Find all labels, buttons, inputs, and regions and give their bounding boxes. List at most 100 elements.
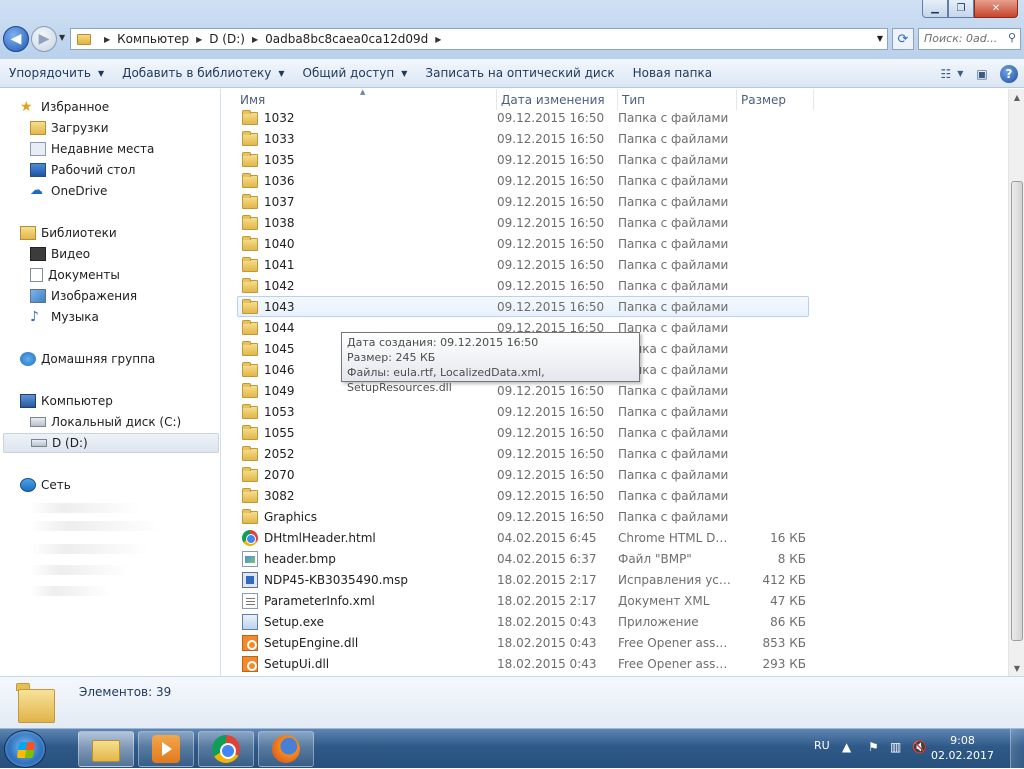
nav-music-label: Музыка bbox=[51, 310, 99, 324]
list-item[interactable]: 3082 09.12.2015 16:50 Папка с файлами bbox=[238, 485, 810, 506]
view-options-icon[interactable]: ☷ ▼ bbox=[940, 63, 964, 85]
language-indicator[interactable]: RU bbox=[814, 739, 830, 752]
nav-music[interactable]: ♪ Музыка bbox=[30, 307, 99, 327]
file-type: Free Opener assoc... bbox=[618, 656, 733, 671]
file-name: 2070 bbox=[264, 467, 295, 482]
list-item[interactable]: SetupEngine.dll 18.02.2015 0:43 Free Opene… bbox=[238, 632, 810, 653]
start-button[interactable] bbox=[4, 730, 46, 768]
nav-favorites[interactable]: ★ Избранное bbox=[20, 97, 109, 117]
file-date: 09.12.2015 16:50 bbox=[497, 425, 605, 440]
list-item[interactable]: Setup.exe 18.02.2015 0:43 Приложение 86 КБ bbox=[238, 611, 810, 632]
preview-pane-icon[interactable]: ▣ bbox=[970, 63, 994, 85]
nav-computer[interactable]: Компьютер bbox=[20, 391, 113, 411]
list-item[interactable]: 1041 09.12.2015 16:50 Папка с файлами bbox=[238, 254, 810, 275]
nav-desktop[interactable]: Рабочий стол bbox=[30, 160, 135, 180]
list-item[interactable]: Graphics 09.12.2015 16:50 Папка с файлами bbox=[238, 506, 810, 527]
volume-muted-icon[interactable]: 🔇 bbox=[912, 740, 927, 754]
minimize-button[interactable]: ▁ bbox=[922, 0, 948, 18]
chevron-right-icon[interactable]: ▶ bbox=[252, 35, 258, 44]
list-item[interactable]: 1033 09.12.2015 16:50 Папка с файлами bbox=[238, 128, 810, 149]
file-date: 09.12.2015 16:50 bbox=[497, 404, 605, 419]
list-item[interactable]: 1037 09.12.2015 16:50 Папка с файлами bbox=[238, 191, 810, 212]
recent-pages-dropdown-icon[interactable]: ▼ bbox=[59, 33, 65, 42]
nav-pictures[interactable]: Изображения bbox=[30, 286, 137, 306]
list-item[interactable]: 2052 09.12.2015 16:50 Папка с файлами bbox=[238, 443, 810, 464]
chevron-right-icon[interactable]: ▶ bbox=[104, 35, 110, 44]
burn-disc-button[interactable]: Записать на оптический диск bbox=[416, 62, 623, 84]
list-item[interactable]: 1035 09.12.2015 16:50 Папка с файлами bbox=[238, 149, 810, 170]
nav-drive-d[interactable]: D (D:) bbox=[3, 433, 219, 453]
list-item[interactable]: DHtmlHeader.html 04.02.2015 6:45 Chrome HT… bbox=[238, 527, 810, 548]
nav-video[interactable]: Видео bbox=[30, 244, 90, 264]
list-item[interactable]: 1055 09.12.2015 16:50 Папка с файлами bbox=[238, 422, 810, 443]
breadcrumb-current-folder[interactable]: 0adba8bc8caea0ca12d09d bbox=[265, 32, 428, 46]
list-item[interactable]: SetupUi.dll 18.02.2015 0:43 Free Opener as… bbox=[238, 653, 810, 674]
list-item[interactable]: ParameterInfo.xml 18.02.2015 2:17 Документ… bbox=[238, 590, 810, 611]
file-type: Папка с файлами bbox=[618, 383, 729, 398]
restore-button[interactable]: ❐ bbox=[948, 0, 974, 18]
folder-tooltip: Дата создания: 09.12.2015 16:50 Размер: … bbox=[341, 332, 640, 394]
file-type: Папка с файлами bbox=[618, 446, 729, 461]
help-icon[interactable]: ? bbox=[1000, 64, 1018, 83]
nav-local-disk-c[interactable]: Локальный диск (C:) bbox=[30, 412, 181, 432]
list-item[interactable]: 1040 09.12.2015 16:50 Папка с файлами bbox=[238, 233, 810, 254]
file-date: 09.12.2015 16:50 bbox=[497, 257, 605, 272]
taskbar-firefox[interactable] bbox=[258, 731, 314, 767]
list-item[interactable]: header.bmp 04.02.2015 6:37 Файл "BMP" 8 КБ bbox=[238, 548, 810, 569]
file-size: 853 КБ bbox=[762, 635, 806, 650]
search-input[interactable]: Поиск: 0ad... ⚲ bbox=[918, 28, 1021, 50]
file-date: 18.02.2015 2:17 bbox=[497, 593, 597, 608]
vertical-scrollbar[interactable]: ▲ ▼ bbox=[1008, 89, 1024, 676]
nav-libraries[interactable]: Библиотеки bbox=[20, 223, 117, 243]
close-button[interactable]: ✕ bbox=[974, 0, 1018, 18]
action-center-flag-icon[interactable]: ⚑ bbox=[868, 740, 879, 754]
file-date: 09.12.2015 16:50 bbox=[497, 194, 605, 209]
share-with-button[interactable]: Общий доступ ▼ bbox=[294, 62, 417, 84]
scroll-thumb[interactable] bbox=[1011, 181, 1023, 641]
add-to-library-button[interactable]: Добавить в библиотеку ▼ bbox=[113, 62, 293, 84]
nav-downloads[interactable]: Загрузки bbox=[30, 118, 109, 138]
list-item[interactable]: 1043 09.12.2015 16:50 Папка с файлами bbox=[237, 296, 809, 317]
nav-recent-places[interactable]: Недавние места bbox=[30, 139, 154, 159]
list-item[interactable]: 1038 09.12.2015 16:50 Папка с файлами bbox=[238, 212, 810, 233]
windows-logo-icon bbox=[16, 742, 36, 758]
tooltip-created: Дата создания: 09.12.2015 16:50 bbox=[347, 336, 539, 349]
nav-onedrive[interactable]: ☁ OneDrive bbox=[30, 181, 107, 201]
file-name: NDP45-KB3035490.msp bbox=[264, 572, 408, 587]
nav-homegroup[interactable]: Домашняя группа bbox=[20, 349, 155, 369]
list-item[interactable]: 1042 09.12.2015 16:50 Папка с файлами bbox=[238, 275, 810, 296]
list-item[interactable]: 2070 09.12.2015 16:50 Папка с файлами bbox=[238, 464, 810, 485]
refresh-button[interactable]: ⟳ bbox=[892, 28, 914, 50]
taskbar-chrome[interactable] bbox=[198, 731, 254, 767]
show-hidden-icons-icon[interactable]: ▲ bbox=[842, 740, 851, 754]
folder-icon bbox=[242, 131, 258, 146]
chevron-right-icon[interactable]: ▶ bbox=[435, 35, 441, 44]
nav-documents[interactable]: Документы bbox=[30, 265, 120, 285]
list-item[interactable]: 1053 09.12.2015 16:50 Папка с файлами bbox=[238, 401, 810, 422]
scroll-up-icon[interactable]: ▲ bbox=[1009, 89, 1024, 105]
network-status-icon[interactable]: ▥ bbox=[890, 740, 901, 754]
search-icon[interactable]: ⚲ bbox=[1008, 31, 1016, 44]
back-button[interactable]: ◀ bbox=[3, 26, 29, 52]
firefox-icon bbox=[272, 735, 300, 763]
breadcrumb-drive-d[interactable]: D (D:) bbox=[209, 32, 245, 46]
list-item[interactable]: 1036 09.12.2015 16:50 Папка с файлами bbox=[238, 170, 810, 191]
list-item[interactable]: 1032 09.12.2015 16:50 Папка с файлами bbox=[238, 107, 810, 128]
taskbar-media-player[interactable] bbox=[138, 731, 194, 767]
address-dropdown-icon[interactable]: ▼ bbox=[877, 34, 883, 43]
list-item[interactable]: NDP45-KB3035490.msp 18.02.2015 2:17 Исправ… bbox=[238, 569, 810, 590]
chevron-down-icon: ▼ bbox=[401, 68, 408, 78]
nav-network[interactable]: Сеть bbox=[20, 475, 71, 495]
show-desktop-button[interactable] bbox=[1010, 729, 1024, 769]
scroll-down-icon[interactable]: ▼ bbox=[1009, 660, 1024, 676]
file-date: 09.12.2015 16:50 bbox=[497, 236, 605, 251]
organize-button[interactable]: Упорядочить ▼ bbox=[0, 62, 113, 84]
taskbar-explorer[interactable] bbox=[78, 731, 134, 767]
address-bar[interactable]: ▶ Компьютер ▶ D (D:) ▶ 0adba8bc8caea0ca1… bbox=[70, 28, 888, 50]
new-folder-button[interactable]: Новая папка bbox=[624, 62, 721, 84]
clock[interactable]: 9:08 02.02.2017 bbox=[931, 733, 994, 763]
forward-button[interactable]: ▶ bbox=[31, 26, 57, 52]
chevron-right-icon[interactable]: ▶ bbox=[196, 35, 202, 44]
libraries-icon bbox=[20, 226, 36, 240]
breadcrumb-computer[interactable]: Компьютер bbox=[117, 32, 189, 46]
